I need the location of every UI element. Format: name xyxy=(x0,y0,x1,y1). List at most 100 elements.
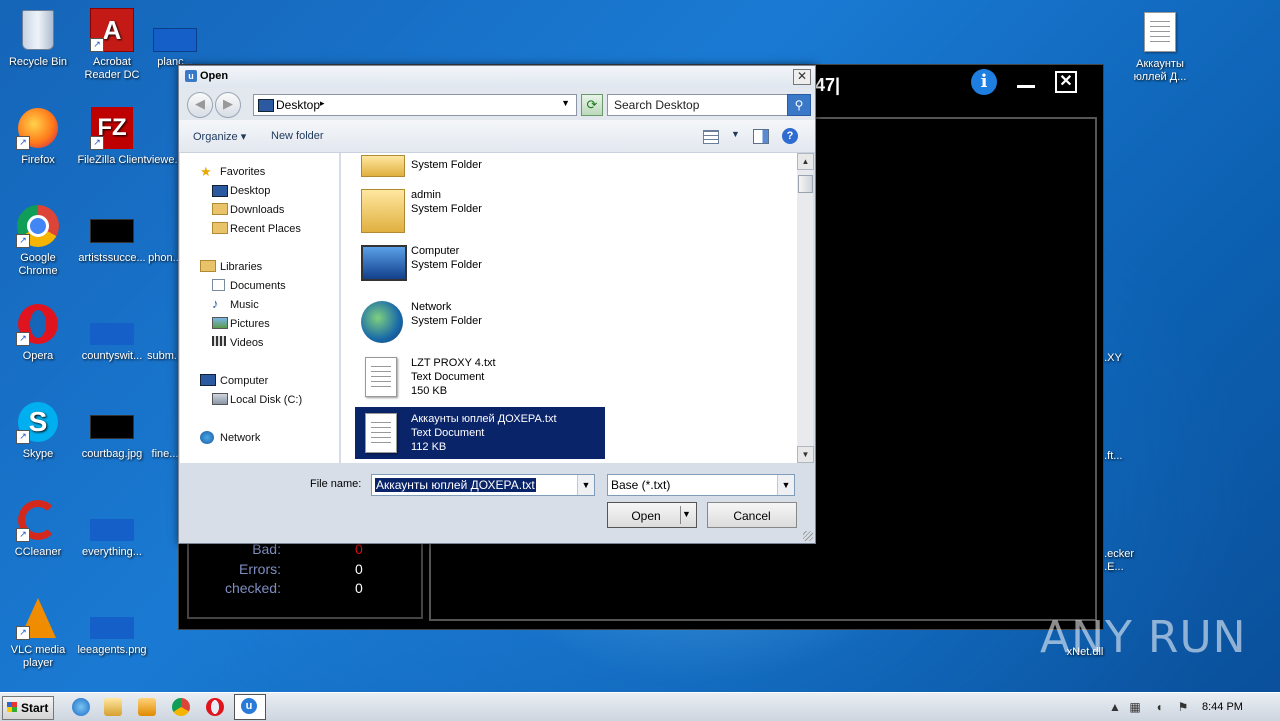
close-icon[interactable]: ✕ xyxy=(1055,71,1077,93)
desktop-icon-label: Opera xyxy=(22,350,54,362)
text-file-icon xyxy=(1138,10,1182,54)
organize-label: Organize xyxy=(193,131,238,143)
desktop-icon-vlc[interactable]: ↗ VLC media player xyxy=(0,596,76,670)
minimize-icon[interactable] xyxy=(1017,85,1035,88)
nav-item-favorites[interactable]: Favorites xyxy=(220,166,265,178)
nav-item-recent-places[interactable]: Recent Places xyxy=(230,223,301,235)
desktop-icon-planc[interactable]: planc... xyxy=(140,8,210,69)
opera-icon[interactable] xyxy=(206,698,224,716)
desktop-icon-accounts-txt[interactable]: Аккаунты юллей Д... xyxy=(1122,10,1198,84)
chevron-down-icon[interactable]: ▼ xyxy=(731,129,740,139)
file-type: System Folder xyxy=(411,259,482,271)
back-button[interactable]: ◀ xyxy=(187,92,213,118)
scroll-down-arrow[interactable]: ▼ xyxy=(797,446,814,463)
nav-item-libraries[interactable]: Libraries xyxy=(220,261,262,273)
scroll-thumb[interactable] xyxy=(798,175,813,193)
desktop-icon-ccleaner[interactable]: ↗ CCleaner xyxy=(0,498,76,559)
flag-icon[interactable]: ⚑ xyxy=(1176,700,1190,714)
chevron-down-icon[interactable]: ▼ xyxy=(561,98,570,108)
preview-pane-icon[interactable] xyxy=(753,129,769,144)
cancel-button[interactable]: Cancel xyxy=(707,502,797,528)
desktop-icon-label: leeagents.png xyxy=(77,644,147,656)
shortcut-arrow-icon: ↗ xyxy=(16,528,30,542)
resize-grip[interactable] xyxy=(803,531,813,541)
search-icon[interactable]: ⚲ xyxy=(787,94,811,116)
desktop-icon-leeagents[interactable]: leeagents.png xyxy=(74,596,150,657)
list-item[interactable]: LZT PROXY 4.txt Text Document 150 KB xyxy=(355,351,605,403)
file-name-input[interactable]: Аккаунты юплей ДОХЕРА.txt ▼ xyxy=(371,474,595,496)
refresh-button[interactable]: ⟳ xyxy=(581,94,603,116)
new-folder-button[interactable]: New folder xyxy=(271,130,324,142)
nav-item-pictures[interactable]: Pictures xyxy=(230,318,270,330)
nav-item-documents[interactable]: Documents xyxy=(230,280,286,292)
start-button[interactable]: Start xyxy=(2,696,54,720)
address-bar[interactable]: Desktop ▸ ▼ xyxy=(253,94,577,116)
chevron-right-icon[interactable]: ▸ xyxy=(320,98,325,109)
split-separator xyxy=(680,506,681,524)
desktop-icon-countyswit[interactable]: countyswit... xyxy=(74,302,150,363)
file-type: Text Document xyxy=(411,371,485,383)
chrome-icon[interactable] xyxy=(172,698,190,716)
list-item[interactable]: admin System Folder xyxy=(355,183,605,235)
desktop-icon-filezilla[interactable]: FZ ↗ FileZilla Client xyxy=(74,106,150,167)
pictures-icon xyxy=(212,317,228,329)
system-tray: ▲ ▦ ◖ ⚑ 8:44 PM xyxy=(1104,697,1280,719)
app-icon: u xyxy=(185,70,197,82)
desktop-icon-acrobat[interactable]: A ↗ Acrobat Reader DC xyxy=(74,8,150,82)
file-type: System Folder xyxy=(411,159,482,171)
list-item[interactable]: System Folder xyxy=(355,131,605,183)
chevron-down-icon[interactable]: ▼ xyxy=(577,475,594,495)
forward-button[interactable]: ▶ xyxy=(215,92,241,118)
view-options-icon[interactable] xyxy=(703,130,719,144)
nav-item-network[interactable]: Network xyxy=(220,432,260,444)
desktop-icon-opera[interactable]: ↗ Opera xyxy=(0,302,76,363)
nav-item-videos[interactable]: Videos xyxy=(230,337,263,349)
desktop-icon-artistssucce[interactable]: artistssucce... xyxy=(74,204,150,265)
shortcut-arrow-icon: ↗ xyxy=(16,136,30,150)
list-item-selected[interactable]: Аккаунты юплей ДОХЕРА.txt Text Document … xyxy=(355,407,605,459)
stat-value: 0 xyxy=(355,561,363,577)
desktop-icon-courtbag[interactable]: courtbag.jpg xyxy=(74,400,150,461)
list-item[interactable]: Computer System Folder xyxy=(355,239,605,291)
taskbar-app-active[interactable]: u xyxy=(234,694,266,720)
app-icon: u xyxy=(241,698,257,714)
help-icon[interactable]: ? xyxy=(782,128,798,144)
volume-icon[interactable]: ◖ xyxy=(1152,700,1166,714)
vertical-scrollbar[interactable]: ▲ ▼ xyxy=(797,153,814,463)
scroll-up-arrow[interactable]: ▲ xyxy=(797,153,814,170)
file-type-select[interactable]: Base (*.txt) ▼ xyxy=(607,474,795,496)
open-label: Open xyxy=(631,509,661,523)
organize-button[interactable]: Organize ▾ xyxy=(193,130,246,143)
open-button[interactable]: Open ▼ xyxy=(607,502,697,528)
desktop-icon-label: Acrobat Reader DC xyxy=(84,56,140,81)
desktop-icon-chrome[interactable]: ↗ Google Chrome xyxy=(0,204,76,278)
network-tray-icon[interactable]: ▦ xyxy=(1128,700,1142,714)
dialog-title-bar[interactable]: u Open ✕ xyxy=(179,66,815,88)
internet-explorer-icon[interactable] xyxy=(72,698,90,716)
open-dialog[interactable]: u Open ✕ ◀ ▶ Desktop ▸ ▼ ⟳ Search Deskto… xyxy=(178,65,816,544)
nav-item-computer[interactable]: Computer xyxy=(220,375,268,387)
clock[interactable]: 8:44 PM xyxy=(1202,701,1243,713)
acrobat-icon: A ↗ xyxy=(90,8,134,52)
stat-label: Errors: xyxy=(239,561,281,577)
chevron-down-icon[interactable]: ▼ xyxy=(777,475,794,495)
explorer-folder-icon[interactable] xyxy=(104,698,122,716)
media-player-icon[interactable] xyxy=(138,698,156,716)
close-icon[interactable]: ✕ xyxy=(793,69,811,85)
nav-item-downloads[interactable]: Downloads xyxy=(230,204,284,216)
star-icon: ★ xyxy=(200,164,212,179)
address-text: Desktop xyxy=(276,98,321,112)
nav-item-local-disk[interactable]: Local Disk (C:) xyxy=(230,394,302,406)
info-icon[interactable]: i xyxy=(971,69,997,95)
chevron-down-icon[interactable]: ▼ xyxy=(682,509,691,519)
local-disk-icon xyxy=(212,393,228,405)
desktop-icon-firefox[interactable]: ↗ Firefox xyxy=(0,106,76,167)
nav-item-music[interactable]: Music xyxy=(230,299,259,311)
list-item[interactable]: Network System Folder xyxy=(355,295,605,347)
chevron-up-icon[interactable]: ▲ xyxy=(1108,700,1122,714)
desktop-icon-everything[interactable]: everything... xyxy=(74,498,150,559)
nav-item-desktop[interactable]: Desktop xyxy=(230,185,270,197)
desktop-icon-skype[interactable]: S ↗ Skype xyxy=(0,400,76,461)
desktop-icon-recycle-bin[interactable]: Recycle Bin xyxy=(0,8,76,69)
search-input[interactable]: Search Desktop ⚲ xyxy=(607,94,811,116)
